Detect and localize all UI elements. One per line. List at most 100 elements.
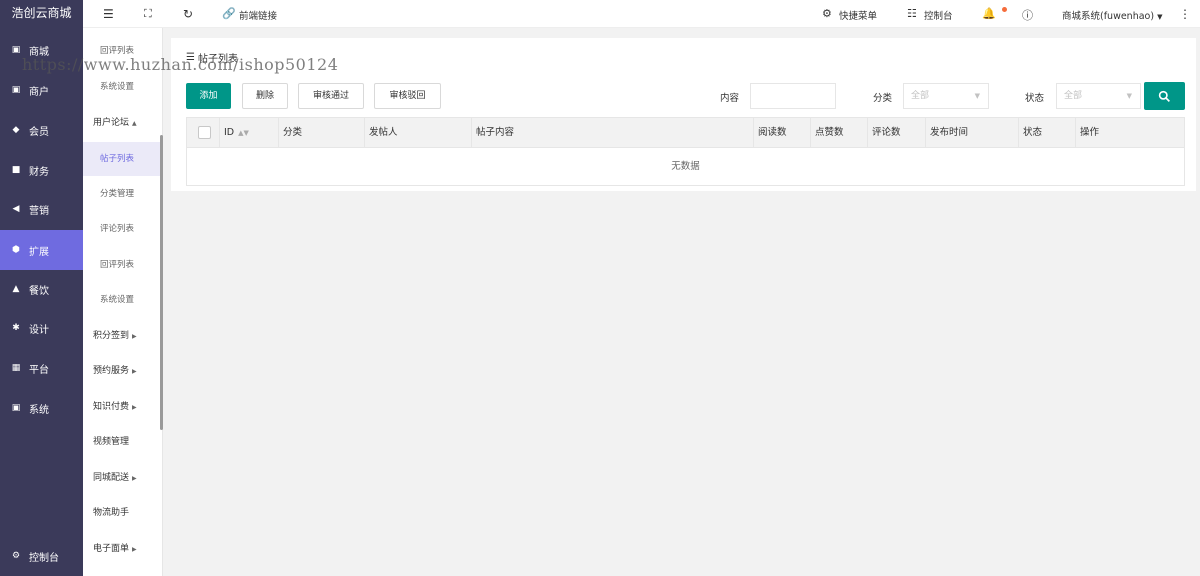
subnav-item-reply-list-top[interactable]: 回评列表 — [83, 34, 161, 68]
fullscreen-icon[interactable]: ⛶ — [144, 7, 152, 21]
menu-label: 会员 — [29, 126, 49, 138]
subnav-item-settings[interactable]: 系统设置 — [83, 283, 161, 317]
content-card: ☰ 帖子列表 添加 删除 审核通过 审核驳回 内容 分类 全部 ▼ 状态 全部 … — [171, 38, 1196, 191]
menu-item-member[interactable]: ◆ 会员 — [0, 111, 83, 149]
notification-dot — [1002, 7, 1007, 12]
menu-label: 餐饮 — [29, 285, 49, 297]
subnav-item-reply-list[interactable]: 回评列表 — [83, 248, 161, 282]
subnav-group-booking[interactable]: 预约服务 ▶ — [83, 354, 161, 388]
subnav-group-points[interactable]: 积分签到 ▶ — [83, 319, 161, 353]
brand-logo[interactable]: 浩创云商城 — [0, 0, 83, 28]
menu-label: 控制台 — [29, 552, 59, 564]
column-header-likes: 点赞数 — [811, 118, 868, 148]
caret-right-icon: ▶ — [132, 546, 137, 553]
console-link[interactable]: 控制台 — [924, 8, 953, 22]
category-selected-value: 全部 — [911, 91, 930, 101]
frontend-link[interactable]: 前端链接 — [239, 8, 277, 22]
status-selected-value: 全部 — [1064, 91, 1083, 101]
status-filter-select[interactable]: 全部 ▼ — [1056, 83, 1141, 109]
subnav-item-post-list[interactable]: 帖子列表 — [83, 142, 161, 176]
sort-icon[interactable]: ▲▼ — [238, 129, 249, 137]
category-filter-select[interactable]: 全部 ▼ — [903, 83, 989, 109]
menu-item-console[interactable]: ⚙ 控制台 — [0, 537, 83, 575]
system-icon: ▣ — [11, 403, 21, 413]
search-button[interactable] — [1144, 82, 1185, 110]
chevron-down-icon: ▼ — [974, 92, 980, 100]
subnav-group-knowledge[interactable]: 知识付费 ▶ — [83, 390, 161, 424]
merchant-icon: ▣ — [11, 85, 21, 95]
subnav-group-forum[interactable]: 用户论坛 ▲ — [83, 106, 161, 140]
approve-button[interactable]: 审核通过 — [298, 83, 364, 109]
group-label: 电子面单 — [93, 544, 130, 554]
menu-label: 营销 — [29, 205, 49, 217]
menu-item-dining[interactable]: ▲ 餐饮 — [0, 270, 83, 308]
list-icon: ☰ — [186, 52, 195, 63]
column-header-comments: 评论数 — [868, 118, 926, 148]
page-title-text: 帖子列表 — [197, 54, 238, 65]
content-filter-input[interactable] — [750, 83, 836, 109]
user-menu[interactable]: 商城系统(fuwenhao) ▼ — [1062, 8, 1163, 22]
menu-item-finance[interactable]: ■ 财务 — [0, 151, 83, 189]
menu-item-design[interactable]: ✱ 设计 — [0, 309, 83, 347]
cube-icon: ⬢ — [12, 245, 20, 255]
column-header-reads: 阅读数 — [754, 118, 811, 148]
column-header-id[interactable]: ID ▲▼ — [220, 118, 279, 148]
menu-label: 设计 — [29, 324, 49, 336]
subnav-item-settings-top[interactable]: 系统设置 — [83, 70, 161, 104]
subnav-item-comment-list[interactable]: 评论列表 — [83, 212, 161, 246]
subnav-item-video[interactable]: 视频管理 — [83, 425, 161, 459]
menu-item-merchant[interactable]: ▣ 商户 — [0, 71, 83, 109]
add-button[interactable]: 添加 — [186, 83, 231, 109]
puzzle-icon: ✱ — [12, 323, 20, 333]
column-header-author: 发帖人 — [365, 118, 472, 148]
bell-icon[interactable]: 🔔 — [982, 7, 996, 20]
select-all-checkbox[interactable] — [198, 126, 211, 139]
gear-icon: ⚙ — [11, 551, 21, 561]
table-header: ID ▲▼ 分类 发帖人 帖子内容 阅读数 点赞数 评论数 发布时间 状态 操作 — [187, 118, 1184, 148]
page-title: ☰ 帖子列表 — [186, 50, 238, 65]
top-bar: ☰ ⛶ ↻ 🔗 前端链接 ⚙ 快捷菜单 ☷ 控制台 🔔 ⓘ 商城系统(fuwen… — [83, 0, 1200, 28]
help-icon[interactable]: ⓘ — [1022, 7, 1033, 23]
dining-icon: ▲ — [12, 284, 20, 294]
menu-label: 财务 — [29, 166, 49, 178]
subnav-scrollbar[interactable] — [160, 135, 163, 430]
menu-item-shop[interactable]: ▣ 商城 — [0, 31, 83, 69]
settings-gear-icon[interactable]: ⚙ — [822, 7, 832, 20]
column-header-category: 分类 — [279, 118, 365, 148]
more-vertical-icon[interactable]: ⋮ — [1179, 7, 1191, 21]
megaphone-icon: ◀ — [12, 204, 20, 214]
status-filter-label: 状态 — [1025, 93, 1045, 104]
sliders-icon[interactable]: ☷ — [907, 7, 917, 20]
finance-icon: ■ — [11, 165, 21, 175]
menu-item-platform[interactable]: ▦ 平台 — [0, 349, 83, 387]
menu-item-extension[interactable]: ⬢ 扩展 — [0, 230, 83, 270]
column-header-actions: 操作 — [1080, 127, 1100, 138]
group-label: 知识付费 — [93, 402, 130, 412]
chevron-down-icon: ▼ — [1126, 92, 1132, 100]
column-label: ID — [224, 127, 235, 138]
subnav-group-delivery[interactable]: 同城配送 ▶ — [83, 461, 161, 495]
sub-sidebar: 回评列表 系统设置 用户论坛 ▲ 帖子列表 分类管理 评论列表 回评列表 系统设置… — [83, 28, 163, 576]
subnav-item-logistics[interactable]: 物流助手 — [83, 496, 161, 530]
link-icon[interactable]: 🔗 — [222, 7, 236, 20]
group-label: 同城配送 — [93, 473, 130, 483]
user-name: 商城系统(fuwenhao) — [1062, 11, 1155, 22]
caret-right-icon: ▶ — [132, 404, 137, 411]
group-label: 物流助手 — [93, 508, 130, 518]
menu-item-marketing[interactable]: ◀ 营销 — [0, 190, 83, 228]
member-icon: ◆ — [12, 125, 20, 135]
caret-up-icon: ▲ — [132, 120, 137, 127]
reject-button[interactable]: 审核驳回 — [374, 83, 441, 109]
menu-item-system[interactable]: ▣ 系统 — [0, 389, 83, 427]
subnav-item-category-manage[interactable]: 分类管理 — [83, 177, 161, 211]
delete-button[interactable]: 删除 — [242, 83, 288, 109]
subnav-group-waybill[interactable]: 电子面单 ▶ — [83, 532, 161, 566]
posts-table: ID ▲▼ 分类 发帖人 帖子内容 阅读数 点赞数 评论数 发布时间 状态 操作 … — [186, 117, 1185, 186]
group-label: 预约服务 — [93, 366, 130, 376]
menu-collapse-icon[interactable]: ☰ — [103, 7, 114, 21]
column-header-content: 帖子内容 — [472, 118, 754, 148]
main-sidebar: 浩创云商城 ▣ 商城 ▣ 商户 ◆ 会员 ■ 财务 ◀ 营销 ⬢ 扩展 ▲ 餐饮… — [0, 0, 83, 576]
caret-right-icon: ▶ — [132, 333, 137, 340]
quick-menu-link[interactable]: 快捷菜单 — [839, 8, 877, 22]
refresh-icon[interactable]: ↻ — [183, 7, 193, 21]
